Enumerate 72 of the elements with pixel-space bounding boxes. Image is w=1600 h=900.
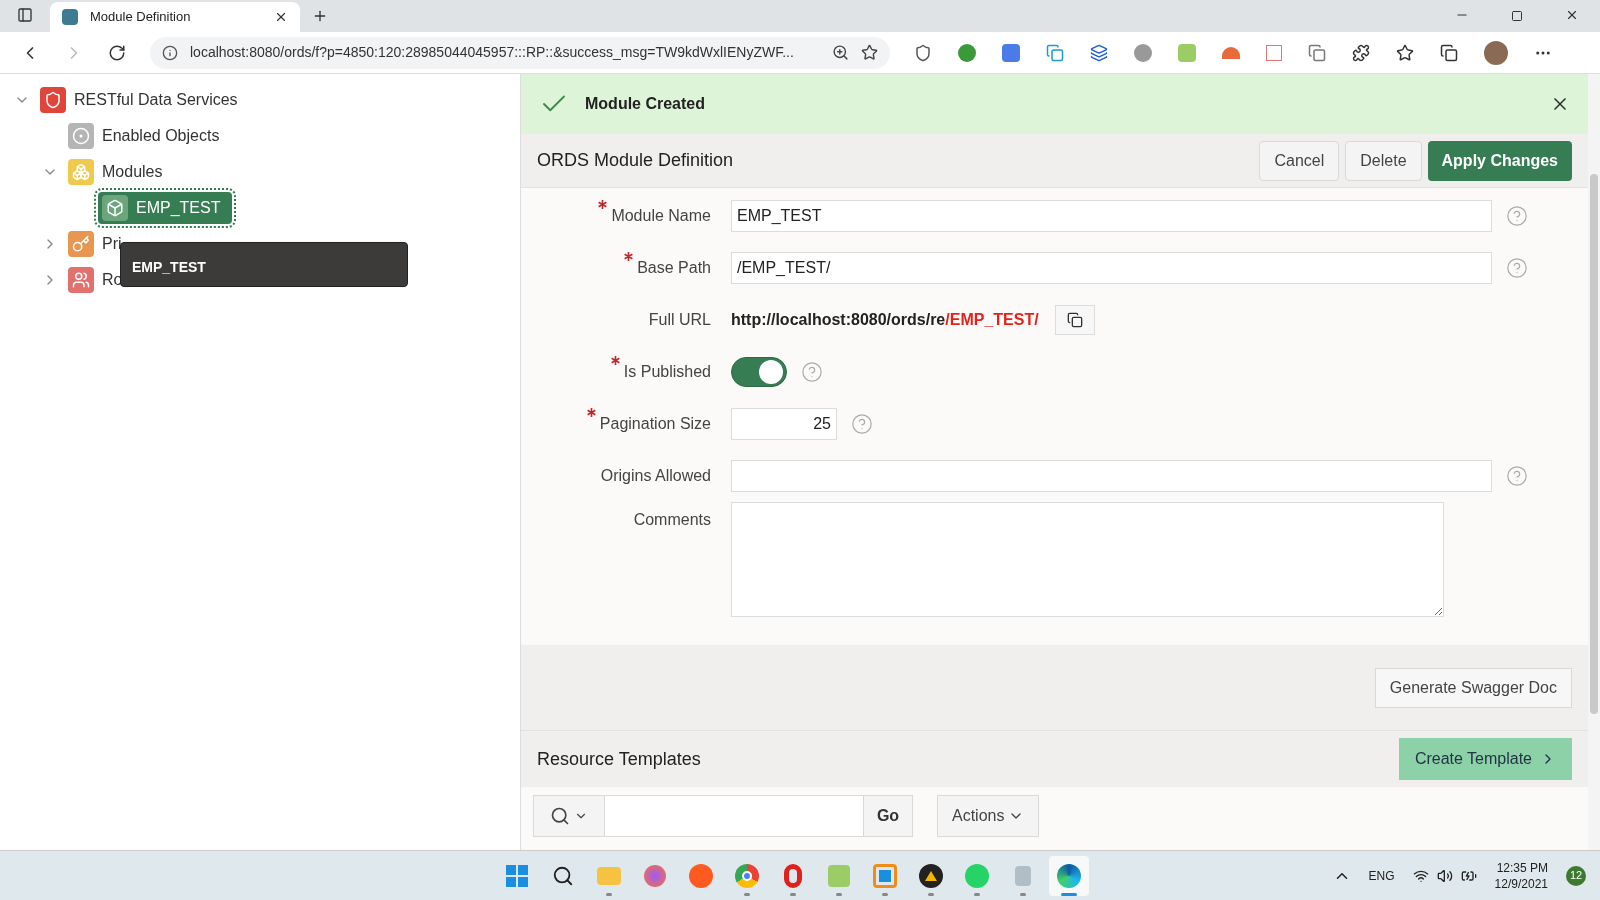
extensions-icon[interactable] (1352, 43, 1370, 62)
tooltip: EMP_TEST (120, 242, 408, 287)
close-tab-icon[interactable] (274, 10, 288, 24)
zoom-icon[interactable] (832, 44, 849, 61)
tab-favicon-icon (62, 9, 78, 25)
address-bar[interactable]: localhost:8080/ords/f?p=4850:120:28985044045957:::RP::&success_msg=TW9kdWxlIENyZWF... (150, 36, 890, 69)
field-label: Full URL (648, 311, 711, 328)
collections-icon[interactable] (1440, 43, 1458, 62)
boxes-icon (68, 159, 94, 185)
profile-avatar[interactable] (1484, 40, 1508, 65)
tree-item[interactable]: RESTful Data Services (40, 87, 238, 113)
go-button[interactable]: Go (863, 795, 913, 837)
stack-extension-icon[interactable] (1308, 43, 1326, 62)
objects-icon (68, 123, 94, 149)
region-button[interactable]: Delete (1345, 140, 1422, 181)
actions-button[interactable]: Actions (937, 795, 1040, 837)
help-icon[interactable] (1506, 465, 1528, 487)
search-field[interactable] (605, 795, 863, 837)
volume-icon[interactable] (1436, 867, 1453, 884)
favorite-icon[interactable] (861, 44, 878, 61)
search-icon (550, 806, 570, 826)
tree-item[interactable]: Enabled Objects (68, 123, 220, 149)
swagger-button[interactable]: Generate Swagger Doc (1374, 667, 1572, 708)
help-icon[interactable] (1506, 257, 1528, 279)
toggle-switch[interactable] (731, 357, 787, 387)
site-info-icon[interactable] (162, 44, 178, 61)
maximize-icon[interactable] (1511, 10, 1523, 22)
text-field[interactable]: /EMP_TEST/ (731, 252, 1492, 284)
help-icon[interactable] (1506, 205, 1528, 227)
text-field[interactable]: EMP_TEST (731, 200, 1492, 232)
field-label: Is Published (623, 363, 711, 380)
shield-icon (40, 87, 66, 113)
number-field[interactable]: 25 (731, 408, 837, 440)
copy-icon (1066, 312, 1083, 328)
notification-badge[interactable]: 12 (1566, 865, 1586, 886)
comments-field[interactable] (731, 502, 1444, 617)
browser-tab[interactable]: Module Definition (50, 2, 300, 32)
field-label: Module Name (611, 207, 711, 224)
section-title: Resource Templates (537, 747, 702, 771)
language-indicator[interactable]: ENG (1368, 866, 1395, 885)
region-title: ORDS Module Definition (537, 149, 735, 172)
extension-icon[interactable] (1090, 43, 1108, 62)
region-button[interactable]: Cancel (1259, 140, 1340, 181)
tree-item[interactable]: Pri (68, 231, 122, 257)
clock-date[interactable]: 12/9/2021 (1494, 875, 1548, 892)
create-template-button[interactable]: Create Template (1398, 738, 1572, 780)
tree-item[interactable]: Modules (68, 159, 163, 185)
field-label: Base Path (637, 259, 711, 276)
tab-actions-icon[interactable] (17, 7, 33, 23)
new-tab-icon[interactable] (312, 8, 328, 24)
taskbar-app-icon[interactable] (1049, 855, 1089, 896)
window-extension-icon[interactable] (1046, 43, 1064, 62)
field-label: Pagination Size (599, 415, 711, 432)
help-icon[interactable] (801, 361, 823, 383)
text-field[interactable] (731, 460, 1492, 492)
field-label: Comments (633, 511, 711, 528)
apply-button[interactable]: Apply Changes (1427, 140, 1572, 181)
copy-button[interactable] (1054, 305, 1095, 335)
success-alert: Module Created (521, 74, 1588, 134)
tree-item[interactable]: EMP_TEST (98, 192, 233, 224)
help-icon[interactable] (851, 413, 873, 435)
favorites-icon[interactable] (1396, 43, 1414, 62)
clock-time[interactable]: 12:35 PM (1496, 859, 1548, 876)
field-label: Origins Allowed (600, 467, 711, 484)
reload-icon[interactable] (108, 43, 126, 62)
close-window-icon[interactable] (1565, 8, 1579, 22)
full-url: http://localhost:8080/ords/re/EMP_TEST/ (731, 310, 1039, 330)
search-column-button[interactable] (533, 795, 605, 837)
scrollbar-thumb[interactable] (1590, 174, 1598, 714)
key-icon (68, 231, 94, 257)
cube-icon (102, 195, 128, 221)
people-icon (68, 267, 94, 293)
